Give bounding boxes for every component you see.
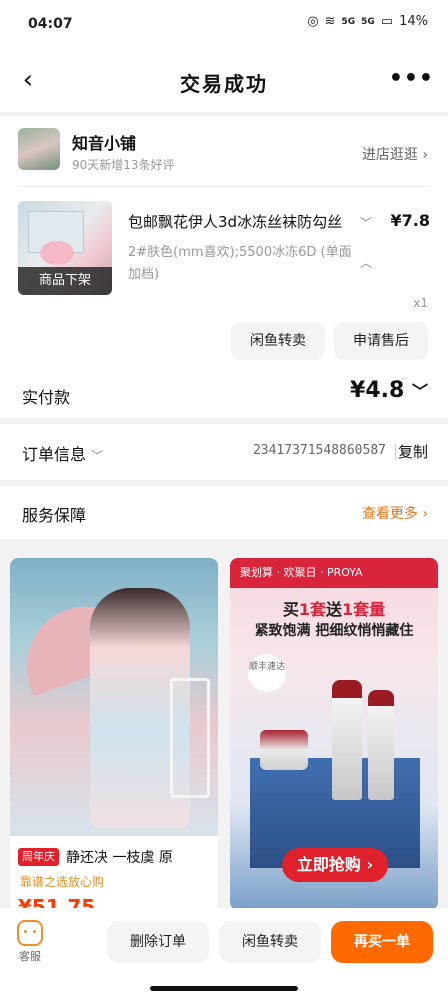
goods-quantity: x1: [413, 296, 428, 310]
payment-amount: ¥4.8 ﹀: [350, 378, 428, 403]
status-icons: ◎ ≋ 5G 5G ▭ 14%: [307, 14, 428, 29]
more-icon[interactable]: •••: [389, 66, 434, 91]
delete-order-button[interactable]: 删除订单: [107, 921, 209, 963]
ad-headline-red2: 1套量: [342, 600, 386, 619]
ad-headline: 买1套送1套量: [230, 596, 438, 620]
customer-service-button[interactable]: 客服: [14, 920, 46, 964]
goods-price: ¥7.8: [390, 211, 430, 230]
order-info-label: 订单信息: [22, 445, 87, 464]
goods-title[interactable]: 包邮飘花伊人3d冰冻丝袜防勾丝: [128, 211, 353, 232]
ad-headline-red1: 1套: [298, 600, 326, 619]
service-more-label: 查看更多: [361, 506, 418, 522]
wifi-icon: ≋: [324, 14, 336, 29]
copy-order-button[interactable]: 复制: [398, 441, 428, 462]
hotspot-icon: ◎: [307, 14, 319, 29]
goods-flower-illustration: [40, 241, 74, 265]
recommend-subtitle: 靠谱之选放心购: [20, 875, 105, 889]
signal-5g-2: 5G: [361, 16, 375, 27]
bottom-action-bar: 客服 删除订单 闲鱼转卖 再买一单: [0, 908, 448, 1000]
bottle-illustration: [332, 680, 362, 800]
visit-shop-link[interactable]: 进店逛逛 ›: [362, 144, 428, 164]
payment-label: 实付款: [22, 388, 71, 407]
status-bar: 04:07 ◎ ≋ 5G 5G ▭ 14%: [0, 0, 448, 50]
shop-name[interactable]: 知音小铺: [72, 130, 136, 154]
ad-headline-mid: 送: [326, 600, 343, 619]
recommend-feed: 周年庆 静还决 一枝虞 原 靠谱之选放心购 ¥51.75 聚划算 · 欢聚日 ·…: [0, 546, 448, 910]
goods-image[interactable]: 商品下架: [18, 201, 112, 295]
recommend-card-hanfu[interactable]: 周年庆 静还决 一枝虞 原 靠谱之选放心购 ¥51.75: [10, 558, 218, 910]
resell-button-bottom[interactable]: 闲鱼转卖: [219, 921, 321, 963]
buy-now-button[interactable]: 立即抢购 ›: [282, 848, 388, 882]
order-number: 2341737154886058​7: [252, 443, 386, 458]
chevron-right-icon: ›: [422, 506, 428, 522]
signal-5g-1: 5G: [341, 16, 356, 27]
home-indicator[interactable]: [150, 986, 298, 991]
battery-icon: ▭: [380, 14, 394, 29]
recommend-title: 静还决 一枝虞 原: [66, 850, 173, 866]
nav-bar: ‹ 交易成功 •••: [0, 50, 448, 112]
payment-amount-value: ¥4.8: [350, 378, 405, 403]
chevron-down-icon: ﹀: [91, 449, 104, 463]
customer-service-icon: [17, 920, 43, 946]
order-goods-card: 知音小铺 90天新增13条好评 进店逛逛 › 商品下架 包邮飘花伊人3d冰冻丝袜…: [0, 116, 448, 372]
ad-headline-pre: 买: [282, 600, 299, 619]
ad-brand-bar: 聚划算 · 欢聚日 · PROYA: [230, 558, 438, 588]
divider: [18, 186, 430, 187]
chevron-up-icon[interactable]: ︿: [360, 254, 372, 271]
sf-express-badge: 顺丰速达: [248, 654, 286, 692]
service-more-link[interactable]: 查看更多 ›: [362, 503, 428, 523]
customer-service-label: 客服: [19, 950, 41, 963]
buy-now-label: 立即抢购: [296, 855, 361, 874]
service-guarantee-row: 服务保障 查看更多 ›: [0, 487, 448, 539]
cream-jar-illustration: [260, 730, 308, 770]
status-time: 04:07: [28, 16, 73, 32]
page-title: 交易成功: [180, 72, 268, 96]
after-sale-button[interactable]: 申请售后: [334, 322, 428, 360]
resell-button[interactable]: 闲鱼转卖: [231, 322, 325, 360]
goods-spec: 2#肤色(mm喜欢);5500冰冻6D (单面加档): [128, 245, 352, 282]
chevron-right-icon: ›: [422, 147, 428, 163]
ad-subtitle: 紧致饱满 把细纹悄悄藏住: [254, 623, 414, 639]
bottle-illustration: [368, 690, 394, 800]
shop-subtitle: 90天新增13条好评: [72, 158, 175, 172]
delisted-tag: 商品下架: [18, 267, 112, 295]
chair-illustration: [170, 678, 210, 798]
divider: [395, 444, 396, 460]
payment-row[interactable]: 实付款 ¥4.8 ﹀: [0, 372, 448, 418]
order-info-toggle[interactable]: 订单信息 ﹀: [22, 441, 103, 465]
shop-avatar[interactable]: [18, 128, 60, 170]
recommend-card-proya-ad[interactable]: 聚划算 · 欢聚日 · PROYA 买1套送1套量 紧致饱满 把细纹悄悄藏住 顺…: [230, 558, 438, 910]
chevron-down-icon: ﹀: [411, 382, 428, 401]
order-info-row: 订单信息 ﹀ 2341737154886058​7 复制: [0, 424, 448, 480]
chevron-down-icon[interactable]: ﹀: [360, 214, 372, 231]
anniversary-badge: 周年庆: [18, 848, 59, 866]
service-label: 服务保障: [22, 506, 87, 525]
buy-again-button[interactable]: 再买一单: [331, 921, 433, 963]
battery-percent: 14%: [399, 14, 428, 29]
visit-shop-label: 进店逛逛: [361, 147, 418, 163]
product-photo-hanfu: [10, 558, 218, 836]
